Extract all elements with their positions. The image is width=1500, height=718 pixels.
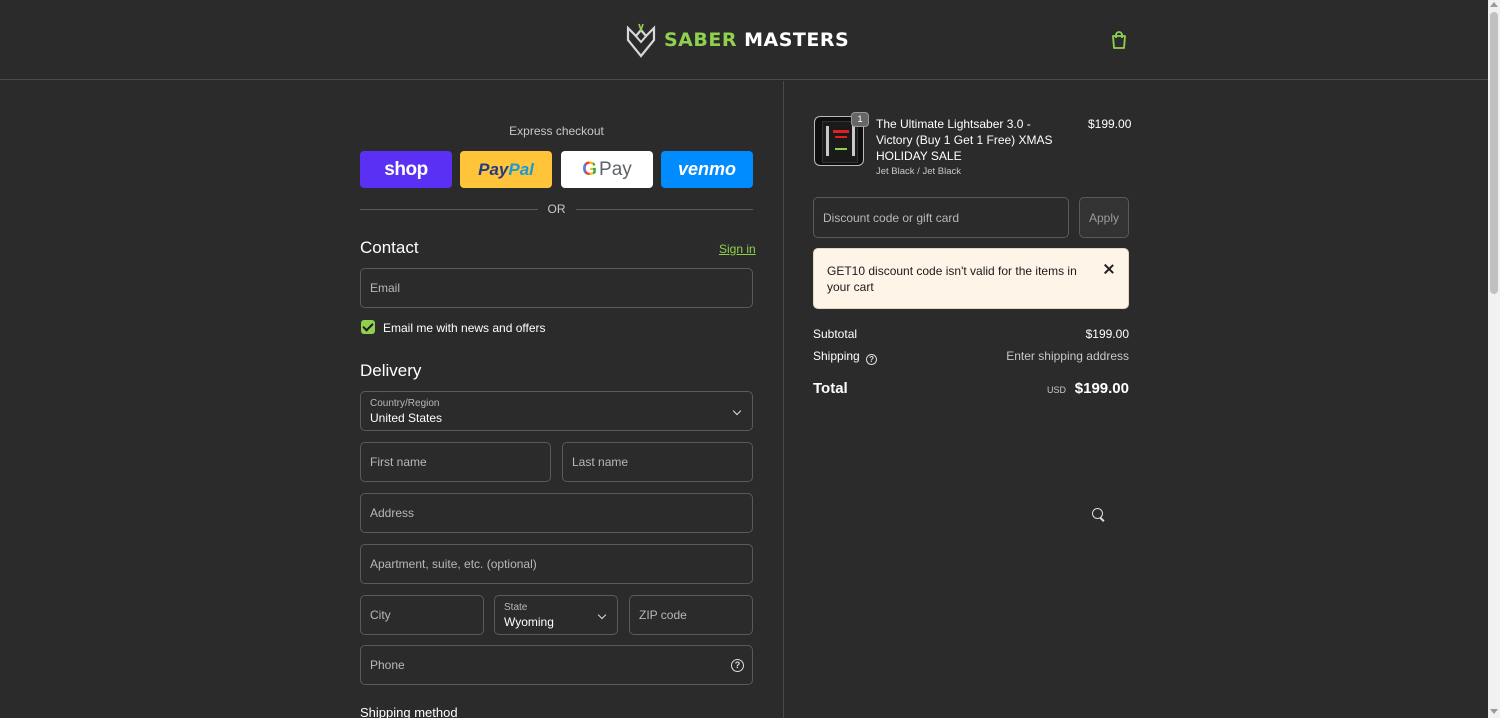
state-value: Wyoming (504, 615, 554, 629)
shipping-method-title: Shipping method (360, 705, 458, 718)
close-icon[interactable] (1103, 263, 1115, 275)
column-divider (783, 81, 784, 718)
apartment-field[interactable] (360, 544, 753, 584)
venmo-button[interactable]: venmo (661, 151, 753, 188)
first-name-field[interactable] (360, 442, 551, 482)
delivery-title: Delivery (360, 361, 422, 380)
express-checkout-title: Express checkout (509, 124, 604, 138)
google-pay-button[interactable]: G Pay (561, 151, 653, 188)
page-scrollbar[interactable] (1488, 0, 1500, 718)
shipping-value: Enter shipping address (1006, 349, 1129, 363)
help-icon[interactable]: ? (866, 354, 878, 365)
brand-logo[interactable]: SABER MASTERS (626, 22, 849, 58)
contact-title: Contact (360, 238, 419, 257)
chevron-down-icon (732, 406, 742, 416)
zip-input[interactable] (630, 596, 752, 634)
saber-masters-logo-icon (626, 23, 656, 58)
chevron-down-icon (597, 610, 607, 620)
state-label: State (504, 602, 528, 613)
total-label: Total (813, 380, 848, 397)
paypal-button[interactable]: Pay Pal (460, 151, 552, 188)
discount-error-alert: GET10 discount code isn't valid for the … (813, 248, 1129, 309)
site-header: SABER MASTERS (0, 0, 1488, 80)
country-value: United States (370, 411, 443, 425)
subtotal-value: $199.00 (1085, 327, 1129, 341)
first-name-input[interactable] (361, 443, 550, 481)
discount-field[interactable] (813, 197, 1069, 238)
product-name: The Ultimate Lightsaber 3.0 - Victory (B… (876, 117, 1053, 163)
product-price: $199.00 (1088, 117, 1132, 131)
alert-message: GET10 discount code isn't valid for the … (827, 264, 1077, 294)
phone-field[interactable]: ? (360, 645, 753, 685)
email-input[interactable] (361, 269, 752, 307)
total-currency: USD (1047, 385, 1067, 395)
search-icon (1092, 508, 1103, 519)
last-name-input[interactable] (563, 443, 752, 481)
newsletter-checkbox[interactable] (361, 320, 375, 334)
sign-in-link[interactable]: Sign in (719, 242, 756, 256)
or-divider: OR (360, 202, 753, 216)
shopping-bag-icon[interactable] (1110, 30, 1128, 50)
apply-discount-button[interactable]: Apply (1079, 197, 1129, 238)
discount-input[interactable] (814, 198, 1068, 237)
shop-pay-button[interactable]: shop (360, 151, 452, 188)
apartment-input[interactable] (361, 545, 752, 583)
scrollbar-thumb[interactable] (1490, 12, 1498, 294)
scroll-down-arrow-icon[interactable] (1490, 709, 1498, 714)
state-select[interactable]: State Wyoming (494, 595, 618, 635)
newsletter-label: Email me with news and offers (383, 321, 546, 335)
brand-name: SABER MASTERS (664, 29, 850, 51)
total-value: $199.00 (1074, 380, 1129, 397)
phone-input[interactable] (361, 646, 752, 684)
address-input[interactable] (361, 494, 752, 532)
country-label: Country/Region (370, 398, 440, 409)
email-field[interactable] (360, 268, 753, 308)
scroll-up-arrow-icon[interactable] (1490, 2, 1498, 7)
google-g-icon: G (582, 158, 598, 180)
address-field[interactable] (360, 493, 1103, 533)
shipping-label: Shipping ? (813, 349, 878, 365)
quantity-badge: 1 (851, 112, 869, 127)
subtotal-label: Subtotal (813, 327, 858, 341)
city-field[interactable] (360, 595, 484, 635)
country-select[interactable]: Country/Region United States (360, 391, 753, 431)
last-name-field[interactable] (562, 442, 753, 482)
product-variant: Jet Black / Jet Black (876, 166, 962, 177)
zip-field[interactable] (629, 595, 753, 635)
help-icon[interactable]: ? (731, 659, 744, 672)
city-input[interactable] (361, 596, 483, 634)
